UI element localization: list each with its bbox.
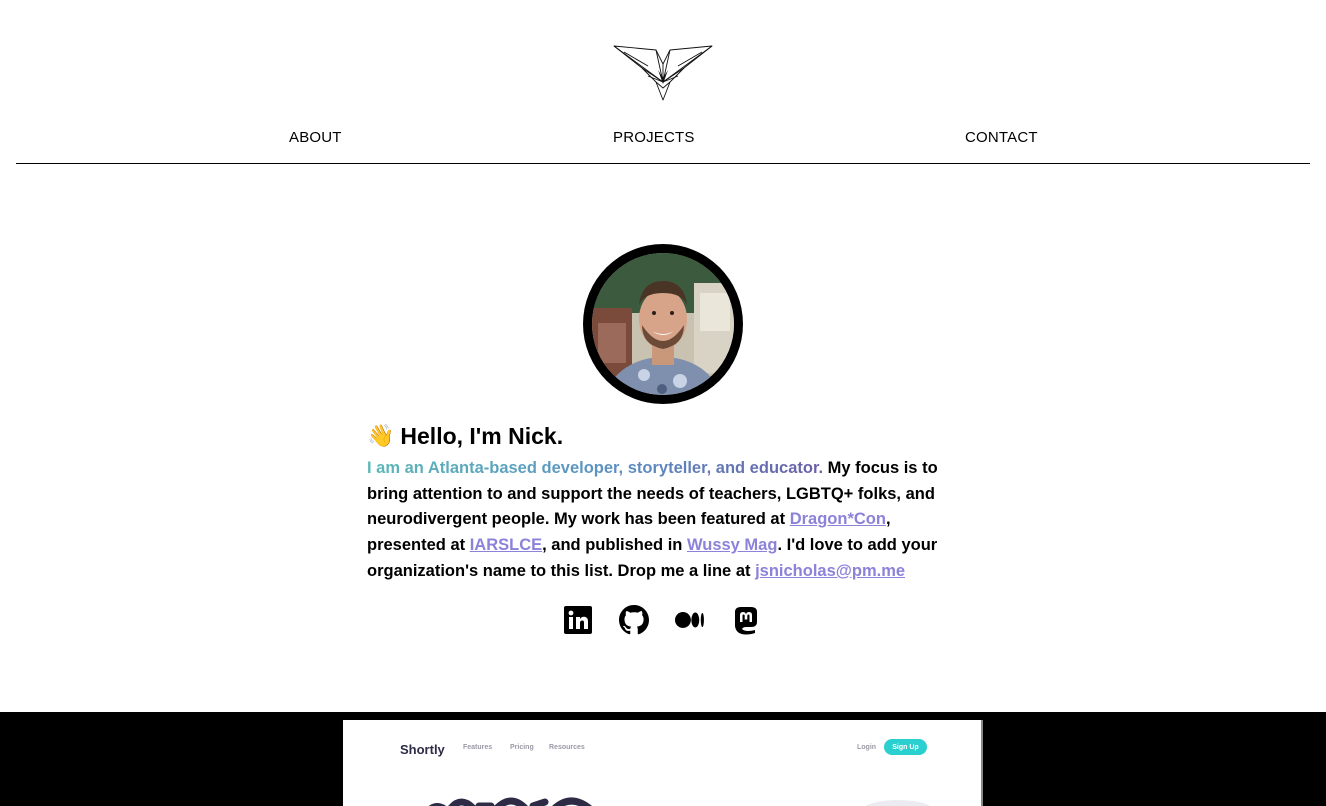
preview-nav-features: Features <box>463 744 493 751</box>
nav-about[interactable]: ABOUT <box>289 129 342 146</box>
preview-headline-graphic <box>428 797 592 806</box>
email-link[interactable]: jsnicholas@pm.me <box>755 562 905 580</box>
linkedin-icon[interactable] <box>563 603 593 637</box>
dragoncon-link[interactable]: Dragon*Con <box>790 510 886 528</box>
preview-login: Login <box>857 744 877 751</box>
preview-nav-pricing: Pricing <box>510 744 534 751</box>
greeting-text: Hello, I'm Nick. <box>400 423 564 449</box>
medium-icon[interactable] <box>675 603 705 637</box>
nav-contact[interactable]: CONTACT <box>965 129 1038 146</box>
nav-projects[interactable]: PROJECTS <box>613 129 695 146</box>
iarslce-link[interactable]: IARSLCE <box>470 536 542 554</box>
intro-section: 👋 Hello, I'm Nick. I am an Atlanta-based… <box>367 420 947 585</box>
waving-hand-icon: 👋 <box>367 423 395 448</box>
mastodon-icon[interactable] <box>731 603 761 637</box>
greeting-heading: 👋 Hello, I'm Nick. <box>367 420 947 452</box>
wussy-mag-link[interactable]: Wussy Mag <box>687 536 777 554</box>
social-links <box>563 603 761 637</box>
projects-band: Shortly Features Pricing Resources Login… <box>0 712 1326 806</box>
preview-illustration <box>863 800 933 806</box>
project-preview-shortly[interactable]: Shortly Features Pricing Resources Login… <box>343 720 983 806</box>
github-icon[interactable] <box>619 603 649 637</box>
bio-text-3: , and published in <box>542 536 687 555</box>
profile-avatar <box>583 244 743 404</box>
main-nav: ABOUT PROJECTS CONTACT <box>16 118 1310 164</box>
logo-icon[interactable] <box>612 42 714 102</box>
bio-paragraph: I am an Atlanta-based developer, storyte… <box>367 456 947 585</box>
preview-nav-resources: Resources <box>549 744 585 751</box>
preview-brand: Shortly <box>400 742 445 757</box>
preview-signup-button: Sign Up <box>884 739 927 755</box>
bio-tagline: I am an Atlanta-based developer, storyte… <box>367 459 824 477</box>
profile-photo <box>592 253 734 395</box>
